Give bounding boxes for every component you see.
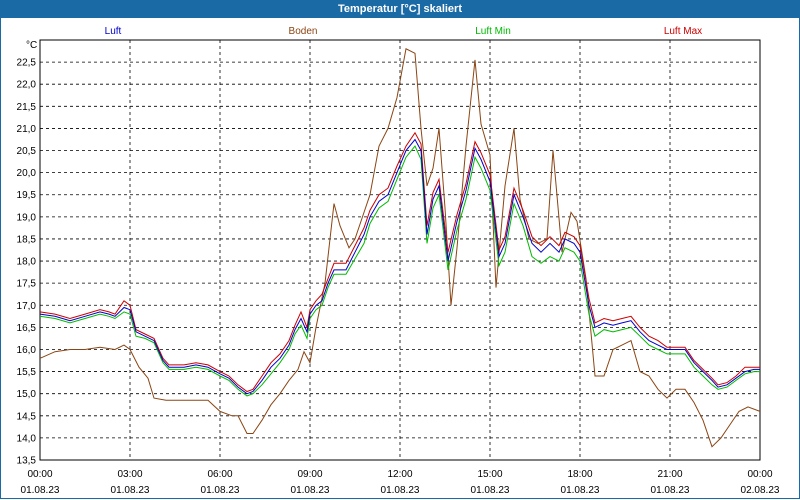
x-tick-date: 02.08.23	[741, 485, 780, 496]
legend-item-boden: Boden	[289, 26, 318, 37]
x-tick-time: 00:00	[27, 469, 52, 480]
y-axis-unit-label: °C	[26, 40, 37, 51]
y-tick-label: 20,5	[17, 146, 37, 157]
x-tick-time: 12:00	[387, 469, 412, 480]
line-chart: 13,5 14,0 14,5 15,0 15,5 16,0 16,5 17,0 17,5 18,0…	[17, 26, 780, 496]
x-tick-date: 01.08.23	[21, 485, 60, 496]
y-tick-label: 17,0	[17, 301, 37, 312]
legend: Luft Boden Luft Min Luft Max	[105, 26, 703, 37]
x-tick-date: 01.08.23	[471, 485, 510, 496]
x-tick-time: 15:00	[477, 469, 502, 480]
x-tick-date: 01.08.23	[651, 485, 690, 496]
x-tick-time: 06:00	[207, 469, 232, 480]
legend-item-luft-min: Luft Min	[475, 26, 511, 37]
x-tick-date: 01.08.23	[201, 485, 240, 496]
y-tick-label: 21,0	[17, 124, 37, 135]
y-tick-label: 13,5	[17, 456, 37, 467]
y-tick-label: 14,5	[17, 411, 37, 422]
x-tick-time: 00:00	[747, 469, 772, 480]
x-tick-time: 09:00	[297, 469, 322, 480]
x-axis-ticks: 00:00 01.08.23 03:00 01.08.23 06:00 01.08.23 0…	[21, 469, 780, 496]
x-tick-date: 01.08.23	[561, 485, 600, 496]
y-tick-label: 21,5	[17, 102, 37, 113]
y-tick-label: 17,5	[17, 279, 37, 290]
x-tick-date: 01.08.23	[111, 485, 150, 496]
x-tick-time: 18:00	[567, 469, 592, 480]
x-tick-time: 21:00	[657, 469, 682, 480]
y-tick-label: 22,0	[17, 80, 37, 91]
x-tick-date: 01.08.23	[381, 485, 420, 496]
x-tick-date: 01.08.23	[291, 485, 330, 496]
series-line-luft	[39, 138, 760, 395]
y-tick-label: 15,0	[17, 389, 37, 400]
y-tick-label: 19,5	[17, 190, 37, 201]
y-tick-label: 15,5	[17, 367, 37, 378]
grid	[39, 39, 761, 461]
x-tick-time: 03:00	[117, 469, 142, 480]
y-tick-label: 14,0	[17, 433, 37, 444]
y-axis-ticks: 13,5 14,0 14,5 15,0 15,5 16,0 16,5 17,0 17,5 18,0…	[17, 58, 37, 467]
y-tick-label: 16,5	[17, 323, 37, 334]
y-tick-label: 18,5	[17, 234, 37, 245]
legend-item-luft-max: Luft Max	[664, 26, 702, 37]
y-tick-label: 16,0	[17, 345, 37, 356]
legend-item-luft: Luft	[105, 26, 122, 37]
y-tick-label: 19,0	[17, 212, 37, 223]
y-tick-label: 18,0	[17, 257, 37, 268]
y-tick-label: 20,0	[17, 168, 37, 179]
y-tick-label: 22,5	[17, 58, 37, 69]
